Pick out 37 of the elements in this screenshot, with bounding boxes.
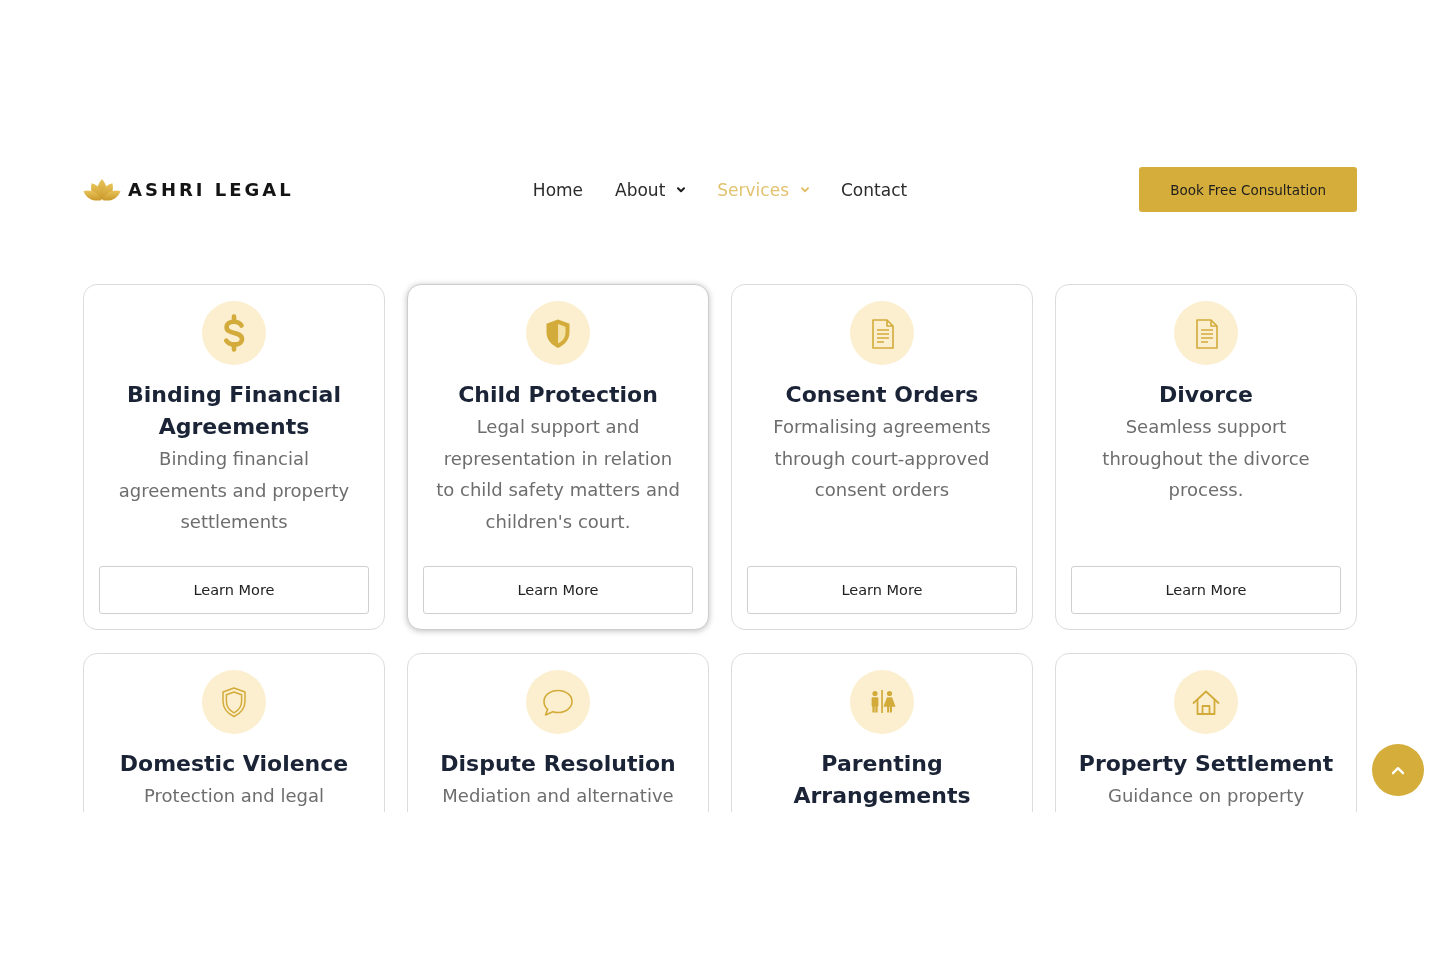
card-title: Property Settlement [1078,750,1334,778]
learn-more-button[interactable]: Learn More [423,566,693,614]
learn-more-button[interactable]: Learn More [747,566,1017,614]
card-description: Legal support and representation in relation to child safety matters and children's court. [435,415,681,534]
lotus-logo-icon [83,177,121,202]
dollar-icon [202,301,266,365]
card-title: Divorce [1158,381,1254,409]
caret-icon [677,186,686,193]
scroll-to-top-button[interactable] [1372,744,1424,796]
card-description: Protection and legal [144,784,324,808]
card-title: Child Protection [458,381,658,409]
card-title: Domestic Violence [119,750,349,778]
card-description: Guidance on property [1107,784,1305,808]
nav-link[interactable]: Contact [841,179,908,200]
card-title: Parenting Arrangements [792,750,972,810]
card-description: Binding financial agreements and property settlements [117,447,351,534]
speech-bubble-icon [526,670,590,734]
card-description: Seamless support throughout the divorce process. [1101,415,1311,502]
restroom-icon [850,670,914,734]
house-icon [1174,670,1238,734]
shield-icon [202,670,266,734]
document-icon [1174,301,1238,365]
shield-icon [526,301,590,365]
learn-more-button[interactable]: Learn More [1071,566,1341,614]
logo-text: ASHRI LEGAL [128,179,294,200]
card-title: Binding Financial Agreements [125,381,342,441]
card-title: Consent Orders [785,381,979,409]
nav-link[interactable]: Home [532,179,584,200]
book-consultation-button[interactable]: Book Free Consultation [1139,167,1357,212]
card-description: Mediation and alternative [442,784,674,808]
chevron-up-icon [1391,765,1405,775]
card-title: Dispute Resolution [440,750,676,778]
caret-icon [801,186,809,193]
card-description: Formalising agreements through court-approved consent orders [772,415,992,502]
nav-link[interactable]: About [615,179,686,200]
document-icon [850,301,914,365]
learn-more-button[interactable]: Learn More [99,566,369,614]
